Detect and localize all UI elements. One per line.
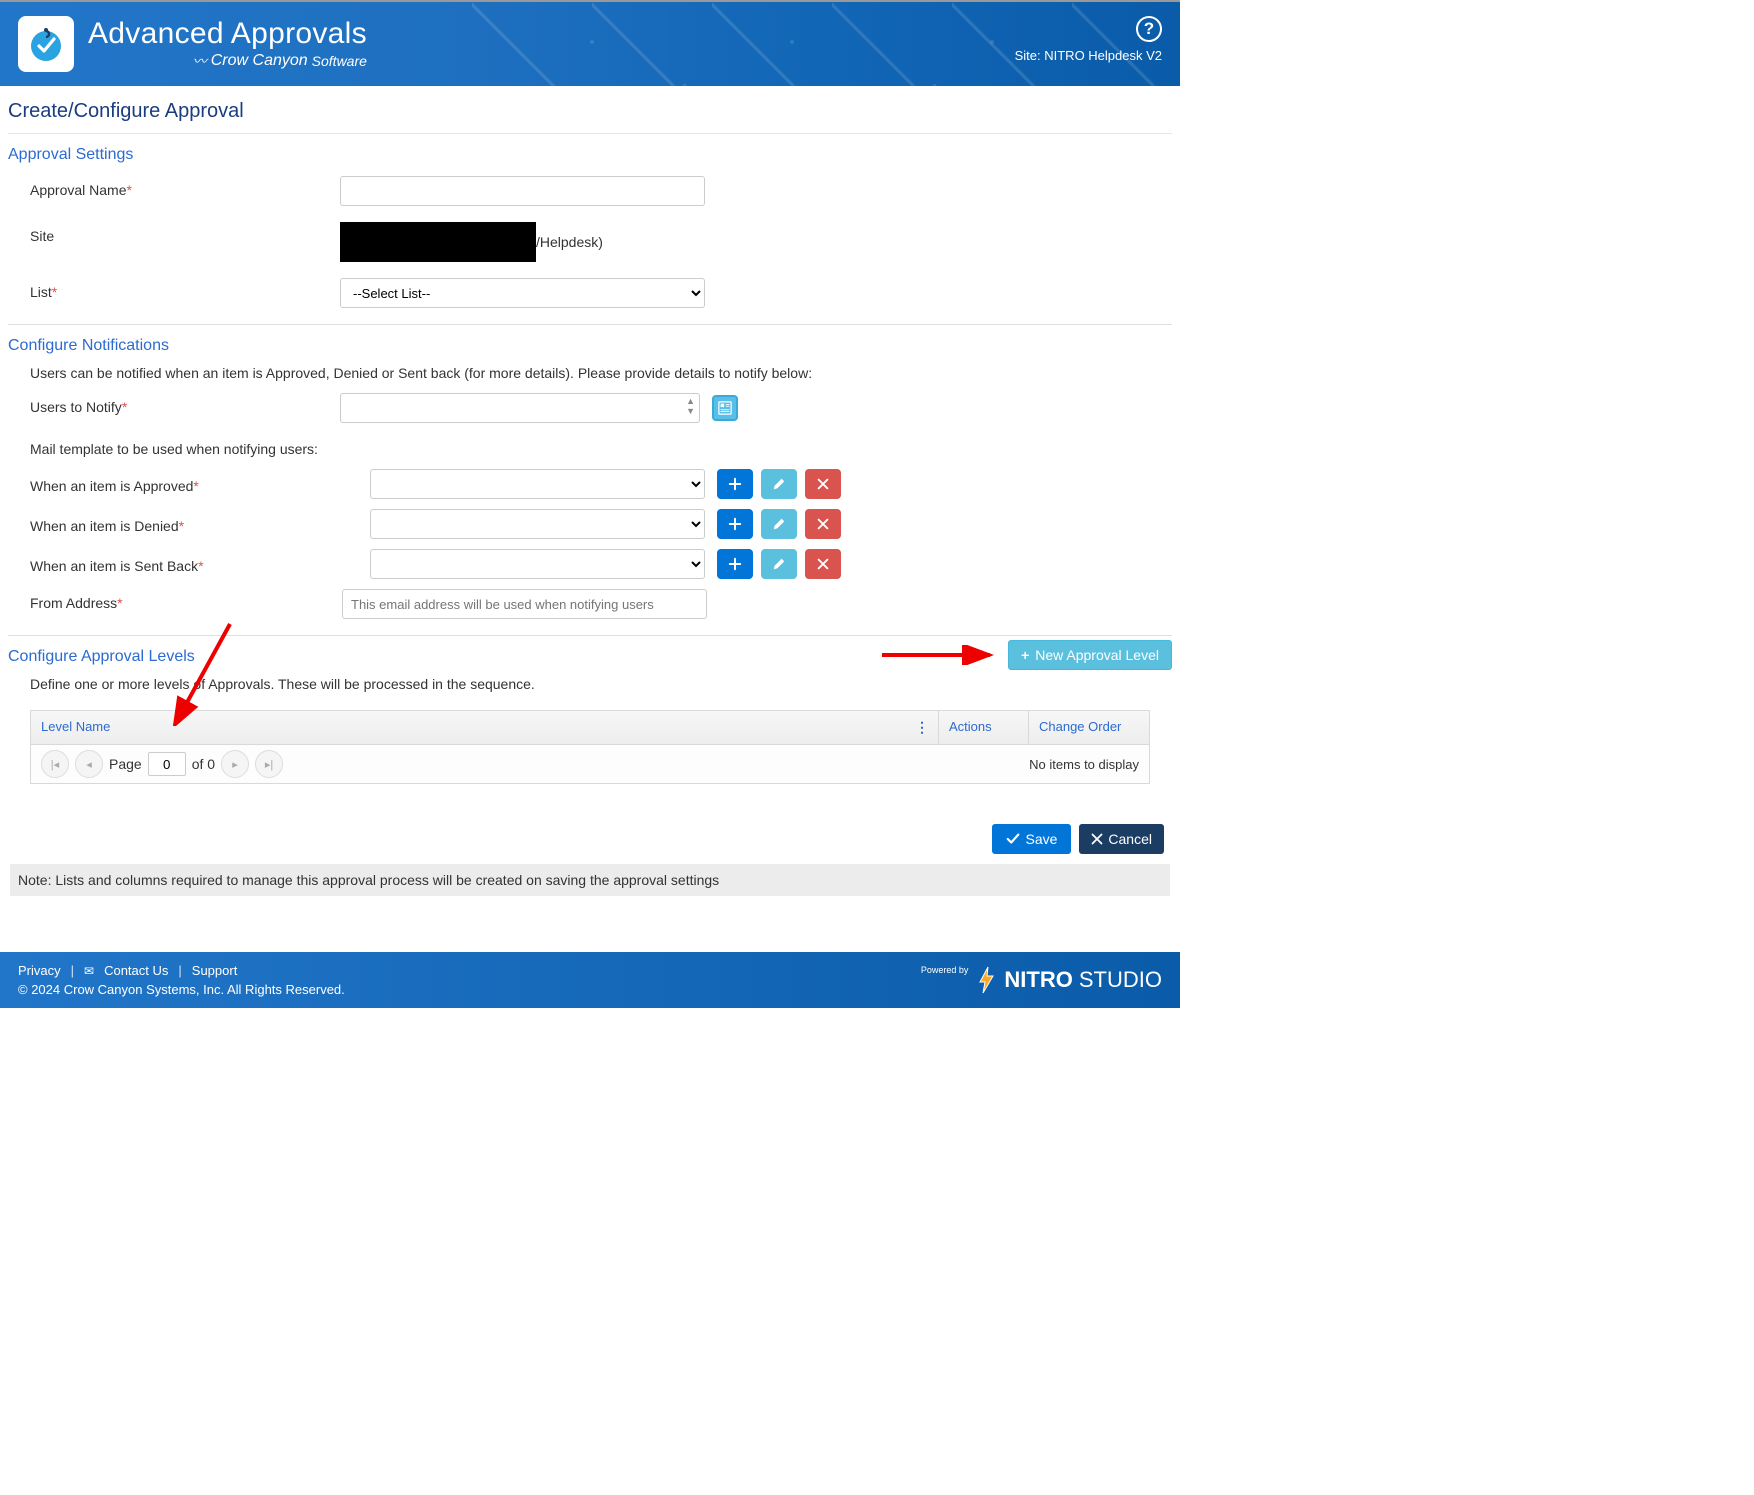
section-approval-levels: Configure Approval Levels [8,636,195,674]
section-approval-settings: Approval Settings [8,134,1172,172]
approved-delete-button[interactable] [805,469,841,499]
col-actions: Actions [939,711,1029,744]
approved-edit-button[interactable] [761,469,797,499]
close-icon [816,557,830,571]
denied-add-button[interactable] [717,509,753,539]
sentback-edit-button[interactable] [761,549,797,579]
sentback-delete-button[interactable] [805,549,841,579]
col-change-order: Change Order [1029,711,1149,744]
denied-tmpl-select[interactable] [370,509,705,539]
note-bar: Note: Lists and columns required to mana… [10,864,1170,896]
bolt-icon [974,965,998,995]
footer-support-link[interactable]: Support [192,963,238,978]
help-icon[interactable]: ? [1136,16,1162,42]
from-address-input[interactable] [342,589,707,619]
app-title: Advanced Approvals [88,17,367,51]
denied-edit-button[interactable] [761,509,797,539]
annotation-arrow-2 [878,645,998,665]
page-last-button[interactable]: ▸| [255,750,283,778]
from-address-label: From Address* [30,589,342,611]
nitro-brand: Powered by NITROSTUDIO [921,965,1162,995]
approved-add-button[interactable] [717,469,753,499]
app-logo [18,16,74,72]
save-button[interactable]: Save [992,824,1071,854]
col-level-name[interactable]: Level Name [41,719,110,736]
close-icon [1091,833,1103,845]
sentback-tmpl-select[interactable] [370,549,705,579]
mail-tmpl-header: Mail template to be used when notifying … [8,435,1172,465]
levels-grid: Level Name ⋮ Actions Change Order |◂ ◂ Pa… [30,710,1150,784]
site-indicator: Site: NITRO Helpdesk V2 [1015,48,1162,63]
close-icon [816,517,830,531]
app-header: Advanced Approvals 〰 Crow Canyon Softwar… [0,0,1180,86]
site-label: Site [30,222,340,244]
check-icon [1006,832,1020,846]
approval-name-input[interactable] [340,176,705,206]
plus-icon: + [1021,647,1029,663]
page-first-button[interactable]: |◂ [41,750,69,778]
plus-icon [728,477,742,491]
site-redacted [340,222,536,262]
approval-name-label: Approval Name* [30,176,340,198]
levels-hint: Define one or more levels of Approvals. … [8,674,1172,700]
page-of: of 0 [192,756,215,772]
users-notify-input[interactable]: ▲▼ [340,393,700,423]
pencil-icon [772,557,786,571]
plus-icon [728,557,742,571]
plus-icon [728,517,742,531]
list-label: List* [30,278,340,300]
page-title: Create/Configure Approval [8,94,1172,134]
section-notifications: Configure Notifications [8,325,1172,363]
footer-copyright: © 2024 Crow Canyon Systems, Inc. All Rig… [18,982,345,997]
pencil-icon [772,477,786,491]
app-footer: Privacy | ✉ Contact Us | Support © 2024 … [0,952,1180,1008]
app-subtitle: 〰 Crow Canyon Software [193,51,367,71]
page-label: Page [109,756,142,772]
approved-tmpl-select[interactable] [370,469,705,499]
people-picker-button[interactable] [712,395,738,421]
denied-tmpl-label: When an item is Denied* [30,514,370,534]
chevron-up-icon[interactable]: ▲ [686,396,695,406]
chevron-down-icon[interactable]: ▼ [686,406,695,416]
cancel-button[interactable]: Cancel [1079,824,1164,854]
page-next-button[interactable]: ▸ [221,750,249,778]
page-input[interactable] [148,752,186,776]
page-prev-button[interactable]: ◂ [75,750,103,778]
list-select[interactable]: --Select List-- [340,278,705,308]
sentback-add-button[interactable] [717,549,753,579]
site-suffix: /Helpdesk) [536,234,603,250]
approved-tmpl-label: When an item is Approved* [30,474,370,494]
pencil-icon [772,517,786,531]
footer-privacy-link[interactable]: Privacy [18,963,61,978]
users-notify-label: Users to Notify* [30,393,340,415]
column-menu-icon[interactable]: ⋮ [915,719,928,736]
addressbook-icon [718,401,732,415]
wing-icon: 〰 [193,51,207,71]
grid-empty-text: No items to display [1029,757,1139,772]
footer-contact-link[interactable]: Contact Us [104,963,168,978]
denied-delete-button[interactable] [805,509,841,539]
sentback-tmpl-label: When an item is Sent Back* [30,554,370,574]
notify-hint: Users can be notified when an item is Ap… [8,363,1172,389]
new-approval-level-button[interactable]: +New Approval Level [1008,640,1172,670]
mail-icon: ✉ [84,964,94,978]
close-icon [816,477,830,491]
